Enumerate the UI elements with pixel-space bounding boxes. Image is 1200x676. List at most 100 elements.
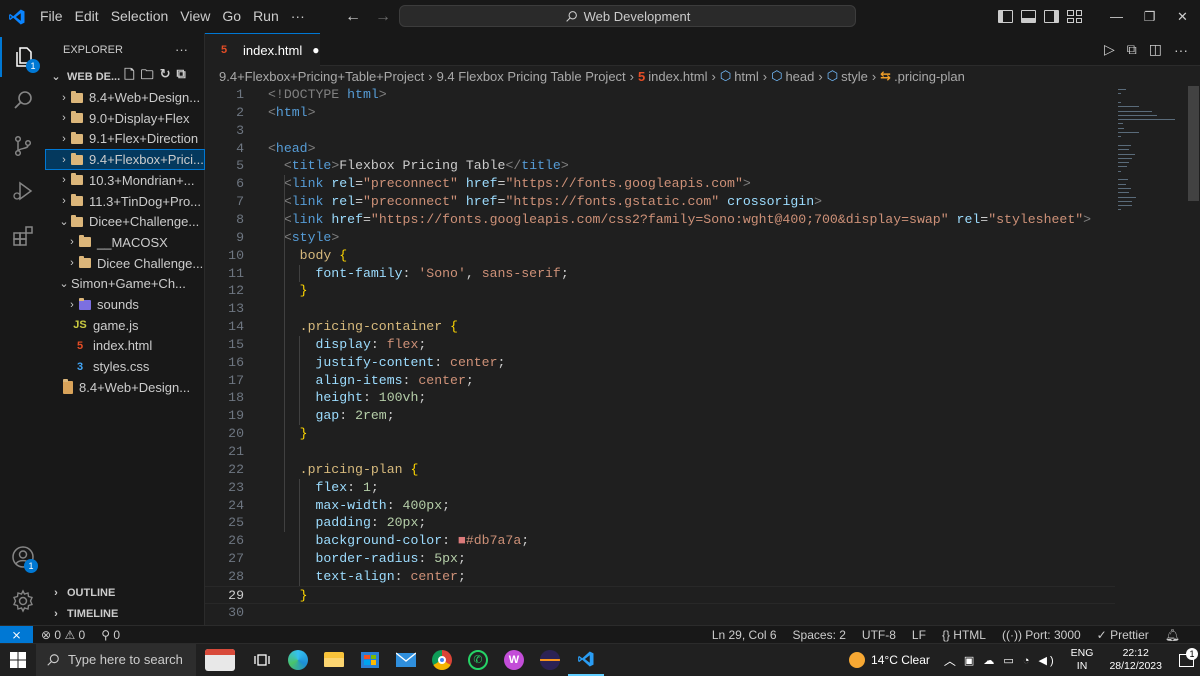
code-line[interactable]: 23 flex: 1; — [205, 479, 1115, 497]
code-line[interactable]: 14 .pricing-container { — [205, 318, 1115, 336]
workspace-header[interactable]: ⌄ WEB DE... 🗋 🗀 ↻ ⧉ — [45, 66, 205, 87]
code-line[interactable]: 25 padding: 20px; — [205, 514, 1115, 532]
code-line[interactable]: 9 <style> — [205, 229, 1115, 247]
unsaved-dot-icon[interactable]: ● — [312, 43, 319, 57]
menu-view[interactable]: View — [174, 0, 216, 33]
code-line[interactable]: 6 <link rel="preconnect" href="https://f… — [205, 175, 1115, 193]
minimap[interactable] — [1115, 86, 1185, 625]
manage-gear-icon[interactable] — [0, 581, 45, 621]
tree-item[interactable]: › 9.1+Flex+Direction — [45, 128, 205, 149]
forward-arrow-icon[interactable]: → — [375, 8, 391, 26]
code-line[interactable]: 20 } — [205, 425, 1115, 443]
prettier-status[interactable]: ✓ Prettier — [1097, 628, 1149, 642]
menu-run[interactable]: Run — [247, 0, 285, 33]
code-line[interactable]: 29 } — [205, 585, 1115, 604]
code-line[interactable]: 12 } — [205, 282, 1115, 300]
end-of-line[interactable]: LF — [912, 628, 926, 642]
code-line[interactable]: 21 — [205, 443, 1115, 461]
code-line[interactable]: 26 background-color: ■#db7a7a; — [205, 532, 1115, 550]
code-line[interactable]: 30 — [205, 604, 1115, 622]
code-line[interactable]: 5 <title>Flexbox Pricing Table</title> — [205, 157, 1115, 175]
timeline-section[interactable]: › TIMELINE — [45, 603, 205, 624]
run-play-icon[interactable]: ▷ — [1104, 41, 1115, 58]
accounts-icon[interactable]: 1 — [0, 537, 45, 577]
code-editor[interactable]: 1 <!DOCTYPE html> 2 <html> 3 4 <head> 5 <title>… — [205, 86, 1115, 625]
minimize-button[interactable]: — — [1100, 9, 1133, 24]
close-button[interactable]: ✕ — [1166, 9, 1199, 25]
live-server-port[interactable]: ((·)) Port: 3000 — [1002, 628, 1081, 642]
tree-item[interactable]: › Dicee Challenge... — [45, 253, 205, 274]
tree-item[interactable]: JS game.js — [45, 315, 205, 336]
whatsapp-icon[interactable]: ✆ — [460, 644, 496, 676]
show-hidden-icons[interactable]: ︿ — [944, 652, 956, 669]
collapse-all-icon[interactable]: ⧉ — [177, 66, 186, 87]
edge-browser-icon[interactable] — [280, 644, 316, 676]
menu-edit[interactable]: Edit — [69, 0, 105, 33]
breadcrumb-item[interactable]: head — [785, 69, 814, 84]
tree-item[interactable]: › sounds — [45, 294, 205, 315]
tree-item[interactable]: › 9.4+Flexbox+Prici... — [45, 149, 205, 171]
microsoft-store-icon[interactable] — [352, 644, 388, 676]
code-line[interactable]: 8 <link href="https://fonts.googleapis.c… — [205, 211, 1115, 229]
restore-button[interactable]: ❐ — [1133, 9, 1166, 25]
calendar-widget-icon[interactable] — [196, 644, 244, 676]
scrollbar-thumb[interactable] — [1188, 86, 1199, 201]
code-line[interactable]: 28 text-align: center; — [205, 568, 1115, 586]
chrome-icon[interactable] — [424, 644, 460, 676]
toggle-primary-sidebar-icon[interactable] — [998, 10, 1013, 23]
tray-icons[interactable]: ▣ ☁ ▭ ◔ ◀) — [964, 654, 1057, 667]
tree-item[interactable]: › 8.4+Web+Design... — [45, 87, 205, 108]
problems-indicator[interactable]: ⊗ 0 ⚠ 0 — [41, 628, 85, 642]
remote-indicator-icon[interactable]: ⨯ — [0, 625, 33, 644]
tree-item[interactable]: › 10.3+Mondrian+... — [45, 170, 205, 191]
toggle-panel-icon[interactable] — [1021, 10, 1036, 23]
code-line[interactable]: 2 <html> — [205, 104, 1115, 122]
code-line[interactable]: 15 display: flex; — [205, 336, 1115, 354]
code-line[interactable]: 19 gap: 2rem; — [205, 407, 1115, 425]
extensions-icon[interactable] — [0, 216, 45, 256]
code-line[interactable]: 16 justify-content: center; — [205, 354, 1115, 372]
taskbar-search-box[interactable]: Type here to search — [36, 643, 196, 676]
code-line[interactable]: 24 max-width: 400px; — [205, 497, 1115, 515]
open-preview-icon[interactable]: ⧉ — [1127, 41, 1137, 58]
tree-item[interactable]: › 11.3+TinDog+Pro... — [45, 191, 205, 212]
explorer-icon[interactable]: 1 — [0, 37, 45, 77]
back-arrow-icon[interactable]: ← — [345, 8, 361, 26]
code-line[interactable]: 7 <link rel="preconnect" href="https://f… — [205, 193, 1115, 211]
tree-item[interactable]: ⌄ Dicee+Challenge... — [45, 211, 205, 232]
command-center-search[interactable]: Web Development — [399, 5, 856, 27]
split-editor-icon[interactable]: ◫ — [1149, 41, 1162, 58]
notifications-bell-icon[interactable]: 🔔︎ — [1165, 628, 1180, 642]
new-folder-icon[interactable]: 🗀 — [141, 66, 154, 87]
indentation[interactable]: Spaces: 2 — [793, 628, 846, 642]
outline-section[interactable]: › OUTLINE — [45, 582, 205, 603]
file-explorer-icon[interactable] — [316, 644, 352, 676]
more-actions-icon[interactable]: ··· — [1174, 42, 1188, 58]
vscode-taskbar-icon[interactable] — [568, 644, 604, 676]
tree-item[interactable]: › __MACOSX — [45, 232, 205, 253]
code-line[interactable]: 22 .pricing-plan { — [205, 461, 1115, 479]
mail-icon[interactable] — [388, 644, 424, 676]
code-line[interactable]: 27 border-radius: 5px; — [205, 550, 1115, 568]
breadcrumb-item[interactable]: .pricing-plan — [894, 69, 965, 84]
color-swatch[interactable]: ■ — [458, 533, 466, 548]
weather-text[interactable]: 14°C Clear — [871, 653, 930, 667]
explorer-more-actions[interactable]: ··· — [175, 42, 188, 57]
breadcrumb-item[interactable]: 9.4 Flexbox Pricing Table Project — [437, 69, 626, 84]
code-line[interactable]: 10 body { — [205, 247, 1115, 265]
customize-layout-icon[interactable] — [1067, 10, 1082, 23]
code-line[interactable]: 1 <!DOCTYPE html> — [205, 86, 1115, 104]
tree-item[interactable]: 8.4+Web+Design... — [45, 377, 205, 398]
windows-start-icon[interactable] — [0, 651, 36, 668]
search-icon[interactable] — [0, 80, 45, 120]
menu-file[interactable]: File — [34, 0, 69, 33]
new-file-icon[interactable]: 🗋 — [124, 66, 134, 87]
toggle-secondary-sidebar-icon[interactable] — [1044, 10, 1059, 23]
code-line[interactable]: 4 <head> — [205, 140, 1115, 158]
source-control-icon[interactable] — [0, 126, 45, 166]
cursor-position[interactable]: Ln 29, Col 6 — [712, 628, 777, 642]
code-line[interactable]: 18 height: 100vh; — [205, 389, 1115, 407]
code-line[interactable]: 17 align-items: center; — [205, 372, 1115, 390]
tab-index-html[interactable]: 5 index.html ● — [205, 33, 320, 66]
pink-app-icon[interactable]: W — [496, 644, 532, 676]
